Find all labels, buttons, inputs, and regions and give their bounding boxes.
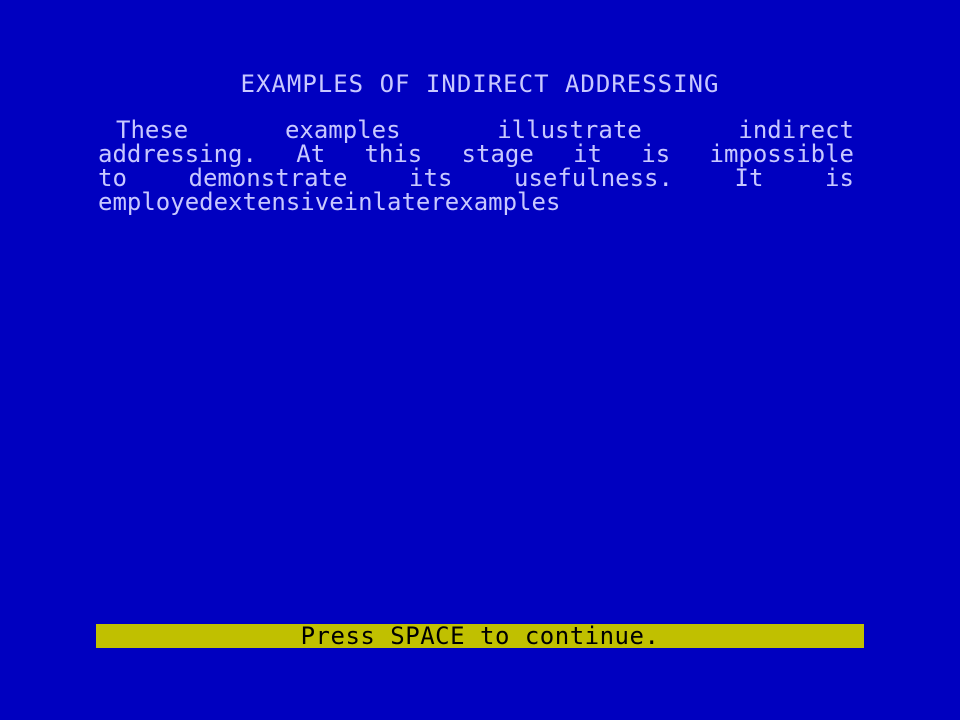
page-title: EXAMPLES OF INDIRECT ADDRESSING [240,70,720,98]
body-word: usefulness. [514,164,673,192]
body-word: illustrate [497,116,642,144]
body-line-3: to demonstrate its usefulness. It is [98,166,854,190]
body-line-2: addressing. At this stage it is impossible [98,142,854,166]
body-word: is [825,164,854,192]
body-line-1: These examples illustrate indirect [98,118,854,142]
body-word: this [364,140,423,168]
body-word: It [734,164,764,192]
body-word: impossible [709,140,855,168]
body-word: examples [444,188,561,216]
body-word: in [343,188,373,216]
body-word: employed [98,188,214,216]
body-word: examples [284,116,401,144]
body-word: extensive [213,188,344,216]
body-text: These examples illustrate indirect addressi… [98,118,854,214]
body-word: demonstrate [188,164,348,192]
body-word: its [409,164,453,192]
body-word: addressing. [98,140,257,168]
body-word: At [296,140,326,168]
body-word: indirect [738,116,854,144]
body-word: to [98,164,127,192]
body-word: is [641,140,671,168]
body-word: later [372,188,445,216]
body-line-4: employed extensive in later examples [98,190,854,214]
body-word: These [116,116,189,144]
body-word: stage [461,140,534,168]
body-word: it [573,140,602,168]
screen: EXAMPLES OF INDIRECT ADDRESSING These exa… [0,0,960,720]
continue-prompt: Press SPACE to continue. [300,622,660,650]
continue-prompt-bar[interactable]: Press SPACE to continue. [96,624,864,648]
